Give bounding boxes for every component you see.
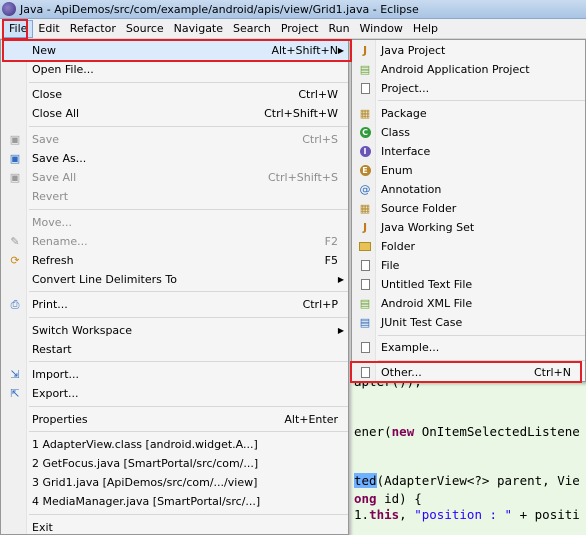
interface-icon: I bbox=[353, 142, 377, 161]
new-item-file[interactable]: File bbox=[353, 256, 585, 275]
printer-icon: ⎙ bbox=[10, 297, 20, 311]
rename-icon: ✎ bbox=[10, 235, 20, 248]
save-as-icon: ▣ bbox=[9, 152, 21, 165]
new-item-enum[interactable]: E Enum bbox=[353, 161, 585, 180]
new-item-junit-test-case[interactable]: ▤ JUnit Test Case bbox=[353, 313, 585, 332]
menu-source[interactable]: Source bbox=[121, 20, 169, 38]
android-xml-icon: ▤ bbox=[359, 297, 371, 310]
code-line: ong id) { bbox=[354, 491, 422, 506]
new-item-interface[interactable]: I Interface bbox=[353, 142, 585, 161]
menu-search[interactable]: Search bbox=[228, 20, 276, 38]
new-item-project[interactable]: Project... bbox=[353, 79, 585, 98]
file-menu-dropdown: New Alt+Shift+N ▶ Open File... Close Ctrl… bbox=[0, 39, 349, 535]
menu-refactor[interactable]: Refactor bbox=[65, 20, 121, 38]
new-item-example[interactable]: Example... bbox=[353, 338, 585, 357]
android-project-icon: ▤ bbox=[359, 63, 371, 76]
export-icon: ⇱ bbox=[10, 387, 20, 400]
example-icon bbox=[353, 338, 377, 357]
new-item-source-folder[interactable]: ▦ Source Folder bbox=[353, 199, 585, 218]
menu-item-save[interactable]: ▣ Save Ctrl+S bbox=[2, 130, 348, 149]
menu-navigate[interactable]: Navigate bbox=[169, 20, 228, 38]
recent-file-item[interactable]: 3 Grid1.java [ApiDemos/src/com/.../view] bbox=[2, 473, 348, 492]
menu-run[interactable]: Run bbox=[323, 20, 354, 38]
new-item-package[interactable]: ▦ Package bbox=[353, 104, 585, 123]
java-project-icon: J bbox=[362, 44, 368, 57]
file-icon bbox=[353, 256, 377, 275]
menu-item-close-all[interactable]: Close All Ctrl+Shift+W bbox=[2, 104, 348, 123]
menu-item-switch-workspace[interactable]: Switch Workspace ▶ bbox=[2, 321, 348, 340]
menu-item-refresh[interactable]: ⟳ Refresh F5 bbox=[2, 251, 348, 270]
new-item-annotation[interactable]: @ Annotation bbox=[353, 180, 585, 199]
other-wizard-icon bbox=[353, 363, 377, 382]
enum-icon: E bbox=[353, 161, 377, 180]
package-icon: ▦ bbox=[359, 107, 371, 120]
project-icon bbox=[353, 79, 377, 98]
menu-project[interactable]: Project bbox=[276, 20, 324, 38]
new-item-android-app-project[interactable]: ▤ Android Application Project bbox=[353, 60, 585, 79]
save-icon: ▣ bbox=[9, 133, 21, 146]
class-icon: C bbox=[353, 123, 377, 142]
menu-item-save-as[interactable]: ▣ Save As... bbox=[2, 149, 348, 168]
menu-edit[interactable]: Edit bbox=[33, 20, 64, 38]
refresh-icon: ⟳ bbox=[10, 254, 20, 267]
eclipse-app-icon bbox=[2, 2, 16, 16]
menu-item-move[interactable]: Move... bbox=[2, 213, 348, 232]
annotation-icon: @ bbox=[359, 183, 371, 196]
new-item-other[interactable]: Other... Ctrl+N bbox=[353, 363, 585, 382]
menu-bar: File Edit Refactor Source Navigate Searc… bbox=[0, 19, 586, 39]
new-submenu: J Java Project ▤ Android Application Proje… bbox=[351, 39, 586, 382]
recent-file-item[interactable]: 1 AdapterView.class [android.widget.A...… bbox=[2, 435, 348, 454]
new-item-android-xml-file[interactable]: ▤ Android XML File bbox=[353, 294, 585, 313]
working-set-icon: J bbox=[362, 221, 368, 234]
submenu-arrow-icon: ▶ bbox=[337, 326, 344, 335]
submenu-arrow-icon: ▶ bbox=[337, 275, 344, 284]
menu-item-rename[interactable]: ✎ Rename... F2 bbox=[2, 232, 348, 251]
menu-item-restart[interactable]: Restart bbox=[2, 340, 348, 359]
junit-icon: ▤ bbox=[359, 316, 371, 329]
recent-file-item[interactable]: 2 GetFocus.java [SmartPortal/src/com/...… bbox=[2, 454, 348, 473]
title-bar: Java - ApiDemos/src/com/example/android/… bbox=[0, 0, 586, 19]
menu-item-import[interactable]: ⇲ Import... bbox=[2, 365, 348, 384]
save-all-icon: ▣ bbox=[9, 171, 21, 184]
menu-item-print[interactable]: ⎙ Print... Ctrl+P bbox=[2, 295, 348, 314]
menu-item-new[interactable]: New Alt+Shift+N ▶ bbox=[2, 41, 348, 60]
code-line: ted(AdapterView<?> parent, Vie bbox=[354, 473, 580, 488]
source-folder-icon: ▦ bbox=[359, 202, 371, 215]
menu-file[interactable]: File bbox=[3, 19, 34, 38]
new-item-java-project[interactable]: J Java Project bbox=[353, 41, 585, 60]
menu-help[interactable]: Help bbox=[408, 20, 443, 38]
menu-window[interactable]: Window bbox=[355, 20, 408, 38]
recent-file-item[interactable]: 4 MediaManager.java [SmartPortal/src/...… bbox=[2, 492, 348, 511]
code-line: ener(new OnItemSelectedListene bbox=[354, 424, 580, 439]
menu-item-convert-line-delimiters[interactable]: Convert Line Delimiters To ▶ bbox=[2, 270, 348, 289]
menu-item-exit[interactable]: Exit bbox=[2, 518, 348, 535]
text-file-icon bbox=[353, 275, 377, 294]
new-item-untitled-text-file[interactable]: Untitled Text File bbox=[353, 275, 585, 294]
menu-item-save-all[interactable]: ▣ Save All Ctrl+Shift+S bbox=[2, 168, 348, 187]
menu-item-close[interactable]: Close Ctrl+W bbox=[2, 85, 348, 104]
window-title: Java - ApiDemos/src/com/example/android/… bbox=[20, 2, 419, 16]
menu-item-open-file[interactable]: Open File... bbox=[2, 60, 348, 79]
menu-item-revert[interactable]: Revert bbox=[2, 187, 348, 206]
menu-item-export[interactable]: ⇱ Export... bbox=[2, 384, 348, 403]
import-icon: ⇲ bbox=[10, 368, 20, 381]
code-line: 1.this, "position : " + positi bbox=[354, 507, 580, 522]
new-item-java-working-set[interactable]: J Java Working Set bbox=[353, 218, 585, 237]
new-item-class[interactable]: C Class bbox=[353, 123, 585, 142]
folder-icon bbox=[353, 237, 377, 256]
submenu-arrow-icon: ▶ bbox=[337, 46, 344, 55]
new-item-folder[interactable]: Folder bbox=[353, 237, 585, 256]
code-editor[interactable]: apter()); ener(new OnItemSelectedListene… bbox=[351, 360, 586, 535]
menu-item-properties[interactable]: Properties Alt+Enter bbox=[2, 410, 348, 429]
